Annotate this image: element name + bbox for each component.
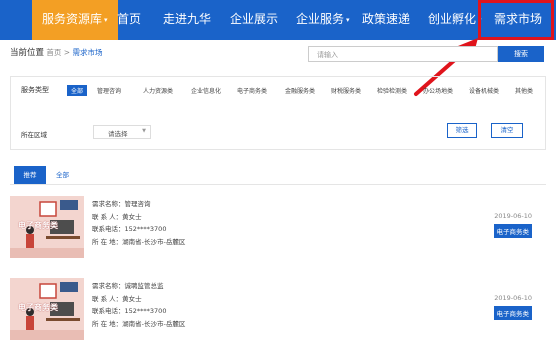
service-type-chip[interactable]: 企业信息化	[191, 86, 221, 95]
service-type-label: 服务类型	[21, 86, 49, 94]
service-type-chip[interactable]: 电子商务类	[237, 86, 267, 95]
search-input[interactable]: 请输入	[308, 46, 498, 62]
tab-recommended[interactable]: 推荐	[14, 166, 46, 184]
nav-item-showcase[interactable]: 企业展示	[230, 0, 278, 40]
service-type-chip[interactable]: 全部	[67, 85, 88, 96]
nav-item-about[interactable]: 走进九华	[163, 0, 211, 40]
chevron-down-icon: ▾	[104, 15, 108, 24]
service-type-chip[interactable]: 人力资源类	[143, 86, 173, 95]
listing-phone: 联系电话：152****3700	[92, 225, 167, 233]
service-type-chip[interactable]: 其他类	[515, 86, 533, 95]
service-type-chip[interactable]: 设备机械类	[469, 86, 499, 95]
listing-contact: 联 系 人：黄女士	[92, 294, 142, 303]
listing-name[interactable]: 需求名称：管理咨询	[92, 198, 185, 211]
thumbnail-label: 电子商务类	[18, 221, 58, 230]
service-type-chip[interactable]: 财税服务类	[331, 86, 361, 95]
region-select-value: 请选择	[108, 130, 128, 138]
listing-thumbnail: 电子商务类	[10, 196, 84, 258]
nav-item-policy[interactable]: 政策速递	[362, 0, 410, 40]
breadcrumb-home-link[interactable]: 首页	[46, 48, 61, 57]
highlight-box	[478, 0, 554, 40]
search-button[interactable]: 搜索	[498, 46, 544, 62]
listing-tabs: 推荐 全部	[10, 166, 546, 185]
top-nav: 服务资源库 ▾ 首页 走进九华 企业展示 企业服务 ▾ 政策速递 创业孵化 ▾ 需求市…	[0, 0, 556, 40]
nav-item-home[interactable]: 首页	[117, 0, 141, 40]
nav-item-incubation[interactable]: 创业孵化 ▾	[428, 0, 482, 40]
region-label: 所在区域	[21, 131, 47, 139]
chevron-down-icon: ▾	[346, 15, 350, 24]
clear-button[interactable]: 清空	[491, 123, 523, 138]
region-select[interactable]: 请选择 ▼	[93, 125, 151, 139]
breadcrumb-separator: >	[63, 48, 71, 57]
tab-all[interactable]: 全部	[56, 166, 69, 184]
list-item[interactable]: 电子商务类 需求名称：诚聘监管总监 联 系 人：黄女士 联系电话：152****…	[10, 278, 546, 340]
service-type-chip[interactable]: 金融服务类	[285, 86, 315, 95]
service-type-chip[interactable]: 办公场地类	[423, 86, 453, 95]
thumbnail-label: 电子商务类	[18, 303, 58, 312]
service-type-chip[interactable]: 管理咨询	[97, 86, 121, 95]
breadcrumb-label: 当前位置	[10, 48, 45, 58]
category-badge: 电子商务类	[493, 224, 532, 238]
listing-location: 所 在 地：湖南省-长沙市-岳麓区	[92, 237, 186, 246]
breadcrumb-current: 需求市场	[72, 48, 103, 57]
listing-location: 所 在 地：湖南省-长沙市-岳麓区	[92, 319, 186, 328]
listing-name[interactable]: 需求名称：诚聘监管总监	[92, 280, 185, 293]
listing-info: 需求名称：诚聘监管总监 联 系 人：黄女士 联系电话：152****3700 所…	[92, 280, 185, 330]
filter-button[interactable]: 筛选	[447, 123, 477, 138]
breadcrumb: 当前位置 首页 > 需求市场	[10, 46, 102, 58]
chevron-down-icon: ▼	[142, 128, 146, 134]
listing-date: 2019-06-10	[494, 212, 532, 220]
listing-date: 2019-06-10	[494, 294, 532, 302]
listing-info: 需求名称：管理咨询 联 系 人：黄女士 联系电话：152****3700 所 在…	[92, 198, 185, 248]
filter-panel: 服务类型 全部 管理咨询 人力资源类 企业信息化 电子商务类 金融服务类 财税服…	[10, 76, 546, 150]
listing-phone: 联系电话：152****3700	[92, 307, 167, 315]
listing-contact: 联 系 人：黄女士	[92, 212, 142, 221]
service-type-chip[interactable]: 检验检测类	[377, 86, 407, 95]
nav-item-resources[interactable]: 服务资源库 ▾	[32, 0, 118, 40]
nav-item-services[interactable]: 企业服务 ▾	[296, 0, 350, 40]
list-item[interactable]: 电子商务类 需求名称：管理咨询 联 系 人：黄女士 联系电话：152****37…	[10, 196, 546, 258]
listing-thumbnail: 电子商务类	[10, 278, 84, 340]
category-badge: 电子商务类	[493, 306, 532, 320]
